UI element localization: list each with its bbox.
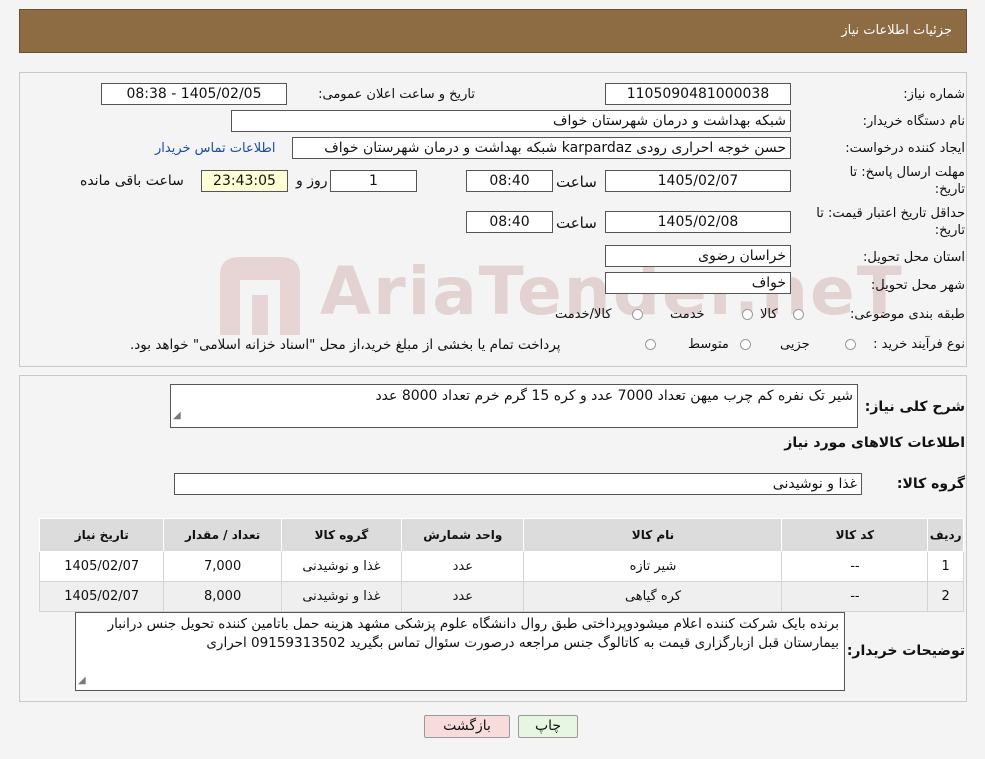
city-label: شهر محل تحویل: — [870, 278, 965, 293]
page-title: جزئیات اطلاعات نیاز — [841, 23, 952, 38]
category-radio-goods[interactable] — [793, 309, 804, 320]
cell-quantity: 8,000 — [163, 581, 282, 612]
process-label: نوع فرآیند خرید : — [873, 337, 965, 352]
cell-goods-name: شیر تازه — [523, 551, 783, 582]
process-note: پرداخت تمام یا بخشی از مبلغ خرید،از محل … — [130, 337, 561, 353]
category-radio-service[interactable] — [742, 309, 753, 320]
resize-handle-icon[interactable]: ◢ — [78, 671, 86, 690]
process-option-minor: جزیی — [780, 337, 810, 352]
col-goods-name: نام کالا — [523, 518, 783, 552]
col-quantity: تعداد / مقدار — [163, 518, 282, 552]
col-unit: واحد شمارش — [401, 518, 525, 552]
page-header: جزئیات اطلاعات نیاز — [19, 9, 967, 53]
process-radio-treasury[interactable] — [645, 339, 656, 350]
print-button[interactable]: چاپ — [518, 715, 578, 738]
remaining-time-field: 23:43:05 — [201, 170, 288, 192]
validity-date-field: 1405/02/08 — [605, 211, 791, 233]
category-radio-both[interactable] — [632, 309, 643, 320]
goods-group-label: گروه کالا: — [896, 476, 965, 492]
process-option-medium: متوسط — [688, 337, 729, 352]
category-option-service: خدمت — [670, 307, 705, 322]
category-option-both: کالا/خدمت — [555, 307, 612, 322]
col-row-number: ردیف — [927, 518, 964, 552]
buyer-notes-label: توضیحات خریدار: — [846, 643, 965, 659]
validity-time-field: 08:40 — [466, 211, 553, 233]
back-button[interactable]: بازگشت — [424, 715, 510, 738]
watermark-logo-icon — [220, 257, 300, 335]
announce-field: 1405/02/05 - 08:38 — [101, 83, 287, 105]
table-row: 1 -- شیر تازه عدد غذا و نوشیدنی 7,000 14… — [38, 551, 964, 582]
need-number-field: 1105090481000038 — [605, 83, 791, 105]
days-label: روز و — [296, 173, 328, 189]
col-goods-code: کد کالا — [781, 518, 929, 552]
province-label: استان محل تحویل: — [863, 250, 965, 265]
creator-field: حسن خوجه احراری رودی karpardaz شبکه بهدا… — [292, 137, 791, 159]
province-field: خراسان رضوی — [605, 245, 791, 267]
cell-need-date: 1405/02/07 — [38, 581, 165, 612]
announce-label: تاریخ و ساعت اعلان عمومی: — [318, 87, 475, 102]
category-label: طبقه بندی موضوعی: — [849, 307, 965, 322]
table-header-row: ردیف کد کالا نام کالا واحد شمارش گروه کا… — [38, 518, 964, 552]
deadline-date-field: 1405/02/07 — [605, 170, 791, 192]
cell-goods-code: -- — [781, 551, 929, 582]
table-row: 2 -- کره گیاهی عدد غذا و نوشیدنی 8,000 1… — [38, 581, 964, 612]
summary-field: شیر تک نفره کم چرب میهن تعداد 7000 عدد و… — [170, 384, 858, 428]
deadline-time-label: ساعت — [556, 173, 597, 191]
resize-handle-icon[interactable]: ◢ — [173, 405, 181, 427]
process-radio-medium[interactable] — [740, 339, 751, 350]
category-option-goods: کالا — [760, 307, 778, 322]
goods-info-title: اطلاعات کالاهای مورد نیاز — [784, 435, 965, 451]
days-field: 1 — [330, 170, 417, 192]
validity-label: حداقل تاریخ اعتبار قیمت: تا تاریخ: — [816, 206, 965, 238]
cell-unit: عدد — [401, 551, 525, 582]
remaining-label: ساعت باقی مانده — [80, 173, 184, 189]
buyer-contact-link[interactable]: اطلاعات تماس خریدار — [155, 141, 275, 156]
cell-goods-name: کره گیاهی — [523, 581, 783, 612]
cell-goods-code: -- — [781, 581, 929, 612]
cell-row-number: 1 — [927, 551, 964, 582]
buyer-notes-field: برنده بایک شرکت کننده اعلام میشودوپرداخت… — [75, 612, 845, 691]
cell-goods-group: غذا و نوشیدنی — [280, 581, 403, 612]
summary-label: شرح کلی نیاز: — [864, 399, 965, 415]
buyer-notes-text: برنده بایک شرکت کننده اعلام میشودوپرداخت… — [107, 616, 839, 651]
creator-label: ایجاد کننده درخواست: — [845, 141, 965, 156]
city-field: خواف — [605, 272, 791, 294]
deadline-time-field: 08:40 — [466, 170, 553, 192]
cell-need-date: 1405/02/07 — [38, 551, 165, 582]
buyer-org-label: نام دستگاه خریدار: — [862, 114, 965, 129]
cell-row-number: 2 — [927, 581, 964, 612]
goods-group-field: غذا و نوشیدنی — [174, 473, 862, 495]
deadline-label: مهلت ارسال پاسخ: تا تاریخ: — [849, 165, 965, 197]
process-radio-minor[interactable] — [845, 339, 856, 350]
summary-text: شیر تک نفره کم چرب میهن تعداد 7000 عدد و… — [375, 388, 853, 404]
goods-table: ردیف کد کالا نام کالا واحد شمارش گروه کا… — [38, 518, 964, 612]
col-need-date: تاریخ نیاز — [38, 518, 165, 552]
need-number-label: شماره نیاز: — [903, 87, 965, 102]
col-goods-group: گروه کالا — [280, 518, 403, 552]
cell-quantity: 7,000 — [163, 551, 282, 582]
validity-time-label: ساعت — [556, 214, 597, 232]
buyer-org-field: شبکه بهداشت و درمان شهرستان خواف — [231, 110, 791, 132]
cell-unit: عدد — [401, 581, 525, 612]
cell-goods-group: غذا و نوشیدنی — [280, 551, 403, 582]
